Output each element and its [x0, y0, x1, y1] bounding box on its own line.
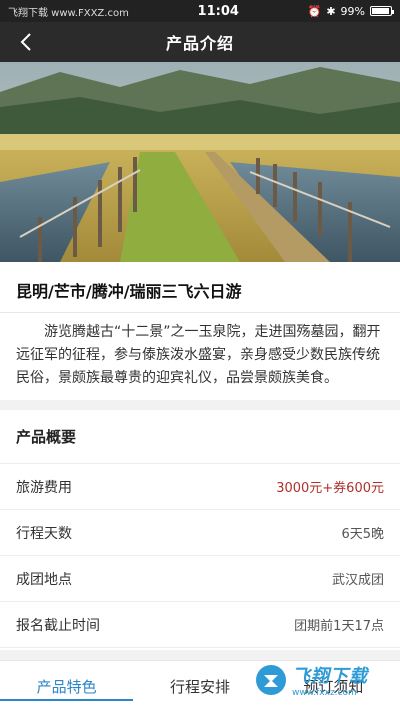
alarm-icon: ⏰ [307, 4, 322, 18]
product-description: 游览腾越古“十二景”之一玉泉院，走进国殇墓园，翻开远征军的征程，参与傣族泼水盛宴… [16, 324, 381, 386]
bluetooth-icon: ✱ [326, 4, 336, 18]
status-left: 飞翔下载 www.FXXZ.com [8, 4, 129, 19]
hero-image [0, 62, 400, 262]
watermark-logo: 飞翔下载 www.fxxz.com [254, 658, 394, 702]
watermark-sub: www.fxxz.com [292, 688, 357, 698]
row-value: 6天5晚 [341, 527, 384, 542]
battery-icon [370, 6, 394, 16]
back-button[interactable] [14, 30, 38, 54]
overview-row-location: 成团地点 武汉成团 [0, 556, 400, 602]
landscape-photo [0, 62, 400, 262]
product-card: 昆明/芒市/腾冲/瑞丽三飞六日游 游览腾越古“十二景”之一玉泉院，走进国殇墓园，… [0, 262, 400, 400]
row-label: 行程天数 [16, 525, 72, 542]
chevron-left-icon [20, 33, 31, 51]
row-value: 团期前1天17点 [294, 619, 384, 634]
row-value: 武汉成团 [331, 573, 384, 588]
product-title: 昆明/芒市/腾冲/瑞丽三飞六日游 [16, 282, 242, 301]
tab-features[interactable]: 产品特色 [0, 661, 134, 711]
download-logo-icon [256, 665, 286, 695]
battery-percent: 99% [340, 4, 365, 18]
tab-itinerary[interactable]: 行程安排 [133, 661, 266, 711]
status-bar: 飞翔下载 www.FXXZ.com 11:04 ⏰ ✱ 99% [0, 0, 400, 22]
site-watermark-label: 飞翔下载 www.FXXZ.com [8, 7, 129, 19]
overview-section: 产品概要 旅游费用 3000元+券600元 行程天数 6天5晚 成团地点 武汉成… [0, 410, 400, 650]
page-title: 产品介绍 [165, 34, 234, 53]
nav-bar: 产品介绍 [0, 22, 400, 62]
overview-row-cost: 旅游费用 3000元+券600元 [0, 464, 400, 510]
row-label: 旅游费用 [16, 479, 72, 496]
row-label: 成团地点 [16, 571, 72, 588]
watermark-text: 飞翔下载 [292, 666, 368, 687]
overview-row-deadline: 报名截止时间 团期前1天17点 [0, 602, 400, 648]
status-time: 11:04 [197, 3, 239, 19]
row-label: 报名截止时间 [16, 617, 100, 634]
overview-heading: 产品概要 [0, 410, 400, 464]
status-right: ⏰ ✱ 99% [307, 4, 394, 18]
row-value: 3000元+券600元 [276, 481, 384, 496]
overview-row-days: 行程天数 6天5晚 [0, 510, 400, 556]
